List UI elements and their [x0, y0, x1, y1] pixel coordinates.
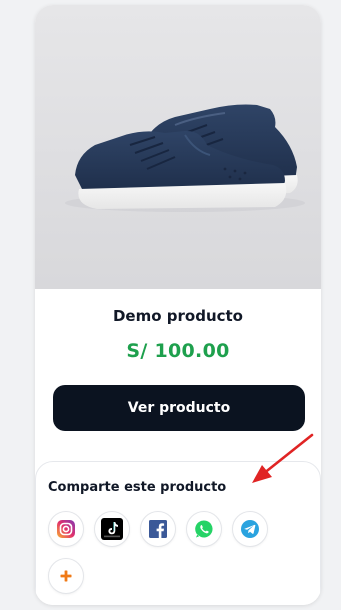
- whatsapp-icon: [195, 520, 213, 538]
- share-facebook-button[interactable]: [140, 511, 176, 547]
- share-more-button[interactable]: [48, 558, 84, 594]
- instagram-icon: [57, 520, 75, 538]
- product-image[interactable]: [35, 5, 321, 289]
- share-telegram-button[interactable]: [232, 511, 268, 547]
- share-tiktok-button[interactable]: [94, 511, 130, 547]
- plus-icon: [60, 570, 72, 582]
- share-instagram-button[interactable]: [48, 511, 84, 547]
- product-card: Demo producto S/ 100.00 Ver producto Com…: [35, 5, 321, 605]
- product-name: Demo producto: [112, 307, 243, 325]
- telegram-icon: [241, 520, 259, 538]
- view-product-button[interactable]: Ver producto: [53, 385, 305, 431]
- share-panel: Comparte este producto: [35, 461, 321, 605]
- sneakers-image: [65, 104, 305, 212]
- share-title: Comparte este producto: [48, 480, 227, 495]
- product-price: S/ 100.00: [126, 340, 230, 362]
- facebook-icon: [149, 520, 167, 538]
- tiktok-icon: [101, 518, 123, 540]
- share-whatsapp-button[interactable]: [186, 511, 222, 547]
